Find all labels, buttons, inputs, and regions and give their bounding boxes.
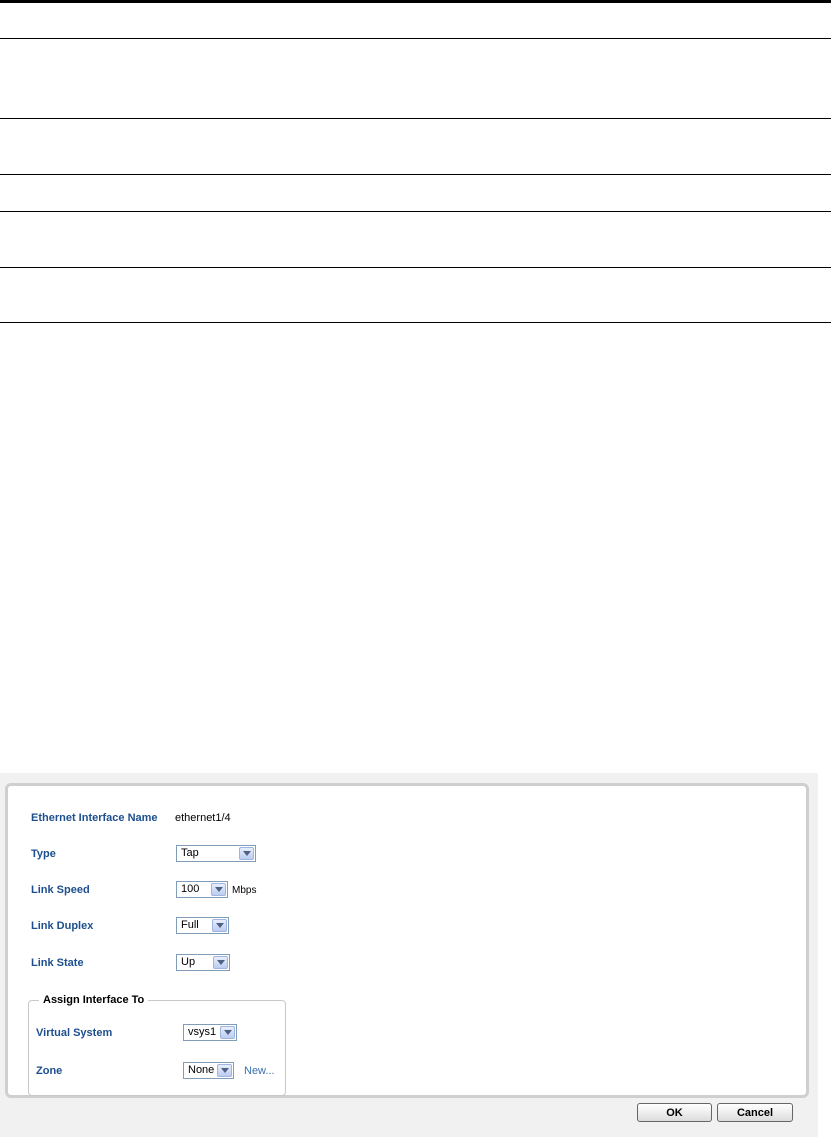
- chevron-down-icon[interactable]: [211, 883, 226, 896]
- table-rule: [0, 118, 831, 119]
- table-rule: [0, 38, 831, 39]
- assign-interface-group: Assign Interface To Virtual System vsys1…: [28, 994, 286, 1096]
- cancel-button[interactable]: Cancel: [717, 1103, 793, 1122]
- table-rule: [0, 174, 831, 175]
- link-speed-unit: Mbps: [232, 885, 257, 896]
- assign-interface-legend: Assign Interface To: [39, 994, 149, 1006]
- link-duplex-select-value: Full: [181, 919, 199, 931]
- virtual-system-select-value: vsys1: [188, 1026, 217, 1038]
- document-top-rule: [0, 0, 831, 3]
- link-speed-select-value: 100: [181, 883, 200, 895]
- type-select-value: Tap: [181, 847, 199, 859]
- chevron-down-icon[interactable]: [220, 1026, 235, 1039]
- link-speed-label: Link Speed: [31, 884, 90, 896]
- link-state-select-value: Up: [181, 956, 196, 968]
- link-speed-select[interactable]: 100: [176, 881, 228, 898]
- link-duplex-label: Link Duplex: [31, 920, 94, 932]
- ok-button[interactable]: OK: [637, 1103, 712, 1122]
- chevron-down-icon[interactable]: [217, 1064, 232, 1077]
- table-rule: [0, 322, 831, 323]
- interface-name-value: ethernet1/4: [175, 812, 231, 824]
- interface-name-label: Ethernet Interface Name: [31, 812, 158, 824]
- type-select[interactable]: Tap: [176, 845, 256, 862]
- new-zone-link[interactable]: New...: [244, 1065, 275, 1077]
- chevron-down-icon[interactable]: [239, 847, 254, 860]
- ethernet-interface-dialog: Ethernet Interface Name ethernet1/4 Type…: [0, 773, 818, 1137]
- table-rule: [0, 267, 831, 268]
- zone-select[interactable]: None: [183, 1062, 234, 1079]
- zone-label: Zone: [36, 1065, 63, 1077]
- zone-select-value: None: [188, 1064, 215, 1076]
- virtual-system-label: Virtual System: [36, 1027, 113, 1039]
- chevron-down-icon[interactable]: [212, 919, 227, 932]
- interface-settings-panel: Ethernet Interface Name ethernet1/4 Type…: [5, 783, 809, 1098]
- virtual-system-select[interactable]: vsys1: [183, 1024, 237, 1041]
- link-duplex-select[interactable]: Full: [176, 917, 229, 934]
- link-state-select[interactable]: Up: [176, 954, 230, 971]
- chevron-down-icon[interactable]: [213, 956, 228, 969]
- type-label: Type: [31, 848, 56, 860]
- table-rule: [0, 211, 831, 212]
- link-state-label: Link State: [31, 957, 84, 969]
